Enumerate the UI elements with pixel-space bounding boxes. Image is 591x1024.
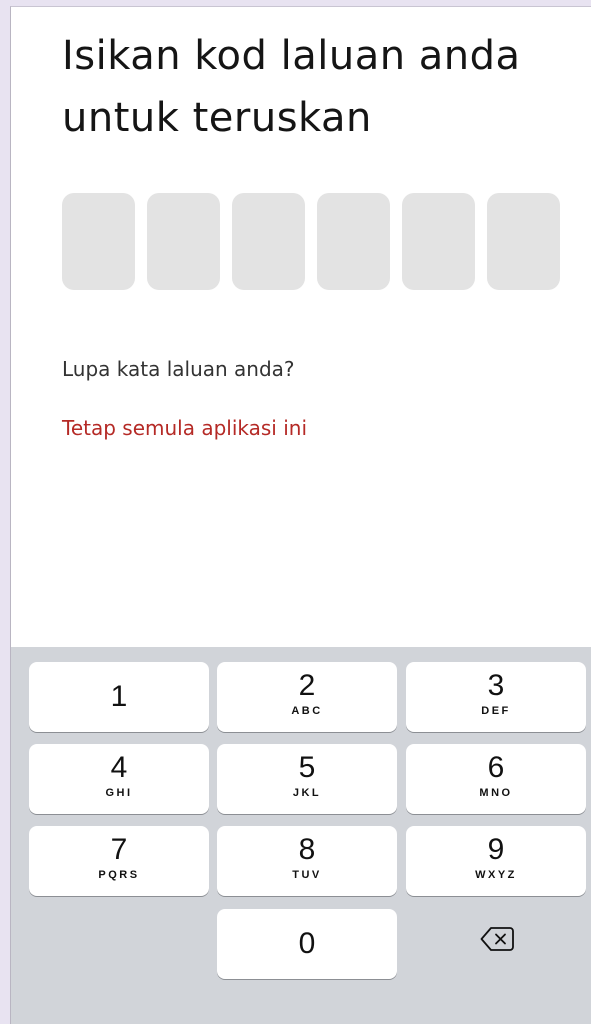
key-2[interactable]: 2 ABC bbox=[217, 662, 397, 732]
key-digit: 1 bbox=[110, 680, 128, 713]
forgot-passcode-text: Lupa kata laluan anda? bbox=[62, 357, 295, 381]
pin-box-1[interactable] bbox=[62, 193, 135, 290]
backspace-button[interactable] bbox=[406, 909, 586, 979]
key-digit: 4 bbox=[110, 751, 128, 784]
key-letters: JKL bbox=[292, 787, 322, 799]
key-6[interactable]: 6 MNO bbox=[406, 744, 586, 814]
page-title: Isikan kod laluan anda untuk teruskan bbox=[62, 33, 521, 141]
pin-box-4[interactable] bbox=[317, 193, 390, 290]
passcode-screen: Isikan kod laluan anda untuk teruskan Lu… bbox=[10, 6, 591, 1024]
key-7[interactable]: 7 PQRS bbox=[29, 826, 209, 896]
backspace-icon bbox=[480, 927, 514, 951]
key-5[interactable]: 5 JKL bbox=[217, 744, 397, 814]
key-digit: 9 bbox=[487, 833, 505, 866]
key-9[interactable]: 9 WXYZ bbox=[406, 826, 586, 896]
key-letters: WXYZ bbox=[475, 869, 517, 881]
pin-input[interactable] bbox=[62, 193, 560, 290]
key-letters: PQRS bbox=[98, 869, 140, 881]
pin-box-6[interactable] bbox=[487, 193, 560, 290]
key-letters: TUV bbox=[292, 869, 322, 881]
key-3[interactable]: 3 DEF bbox=[406, 662, 586, 732]
pin-box-3[interactable] bbox=[232, 193, 305, 290]
key-1[interactable]: 1 bbox=[29, 662, 209, 732]
key-8[interactable]: 8 TUV bbox=[217, 826, 397, 896]
pin-box-2[interactable] bbox=[147, 193, 220, 290]
key-digit: 2 bbox=[298, 669, 316, 702]
key-4[interactable]: 4 GHI bbox=[29, 744, 209, 814]
pin-box-5[interactable] bbox=[402, 193, 475, 290]
key-0[interactable]: 0 bbox=[217, 909, 397, 979]
key-digit: 7 bbox=[110, 833, 128, 866]
key-digit: 8 bbox=[298, 833, 316, 866]
reset-app-link[interactable]: Tetap semula aplikasi ini bbox=[62, 416, 307, 440]
key-letters: ABC bbox=[291, 705, 323, 717]
key-letters: MNO bbox=[479, 787, 513, 799]
key-digit: 6 bbox=[487, 751, 505, 784]
numeric-keypad: 1 2 ABC 3 DEF 4 GHI 5 JKL 6 MNO 7 PQRS 8… bbox=[11, 647, 591, 1024]
key-letters: GHI bbox=[105, 787, 133, 799]
key-digit: 3 bbox=[487, 669, 505, 702]
key-digit: 5 bbox=[298, 751, 316, 784]
key-digit: 0 bbox=[298, 927, 316, 960]
key-letters: DEF bbox=[481, 705, 511, 717]
